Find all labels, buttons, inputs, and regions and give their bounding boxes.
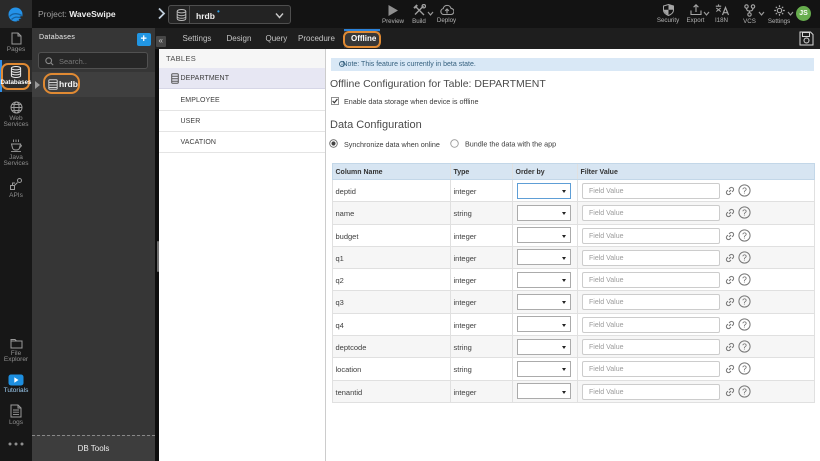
svg-text:?: ?	[742, 230, 747, 240]
svg-text:?: ?	[742, 364, 747, 374]
svg-text:?: ?	[742, 319, 747, 329]
svg-text:?: ?	[742, 274, 747, 284]
svg-text:?: ?	[742, 252, 747, 262]
svg-text:?: ?	[742, 386, 747, 396]
svg-text:?: ?	[742, 208, 747, 218]
svg-text:?: ?	[742, 185, 747, 195]
svg-text:?: ?	[742, 297, 747, 307]
svg-text:?: ?	[742, 341, 747, 351]
